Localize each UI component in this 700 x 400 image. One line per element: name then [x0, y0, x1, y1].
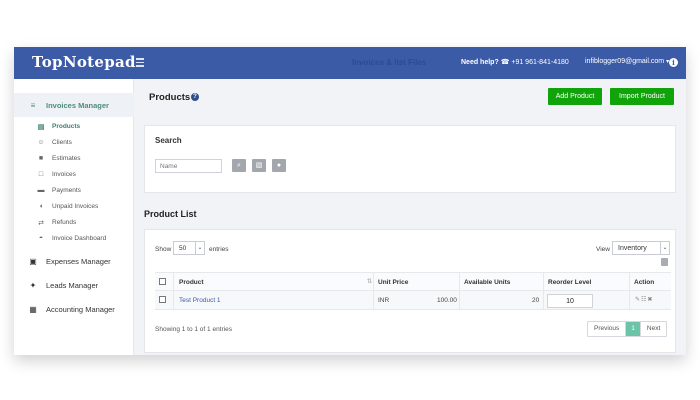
select-all-checkbox[interactable] — [159, 278, 166, 285]
products-icon: ▤ — [37, 123, 45, 131]
main-content: Products ? Add Product Import Product Se… — [135, 79, 686, 355]
export-icon[interactable]: ▧ — [252, 159, 266, 172]
card-icon: ▬ — [37, 187, 45, 194]
search-icon[interactable]: ⌕ — [232, 159, 246, 172]
sidebar-item-label: Invoice Dashboard — [52, 235, 107, 242]
reorder-level-input[interactable]: 10 — [547, 294, 593, 308]
sidebar-item-label: Payments — [52, 187, 81, 194]
sidebar-section-label: Expenses Manager — [46, 256, 111, 266]
table-row: Test Product 1 INR 100.00 20 10 ✎☷✖ — [155, 291, 671, 310]
column-header-available-units[interactable]: Available Units — [464, 273, 510, 292]
page-title: Products — [149, 92, 191, 103]
sidebar-item-label: Refunds — [52, 219, 77, 226]
column-header-unit-price[interactable]: Unit Price — [378, 273, 408, 292]
sidebar-item-refunds[interactable]: ⇄ Refunds — [14, 215, 134, 230]
layers-icon: ≡ — [30, 100, 36, 110]
page-size-select[interactable]: 50 ⌄ — [173, 241, 205, 255]
sidebar-section-invoices-manager[interactable]: ≡ Invoices Manager — [14, 93, 134, 117]
user-menu[interactable]: infiblogger09@gmail.com ▾ — [585, 58, 669, 65]
add-product-button[interactable]: Add Product — [548, 88, 602, 105]
app-window: TopNotepad Invoices & list Files Need he… — [14, 47, 686, 355]
sidebar-section-label: Leads Manager — [46, 280, 99, 290]
sidebar-section-accounting-manager[interactable]: ▦ Accounting Manager — [14, 297, 134, 321]
sidebar-item-payments[interactable]: ▬ Payments — [14, 183, 134, 198]
sidebar-item-invoice-dashboard[interactable]: ◓ Invoice Dashboard — [14, 231, 134, 246]
showing-entries-text: Showing 1 to 1 of 1 entries — [155, 326, 232, 333]
row-checkbox[interactable] — [159, 296, 166, 303]
name-search-input[interactable] — [155, 159, 222, 173]
chevron-down-icon: ⌄ — [660, 242, 669, 254]
help-label: Need help? — [461, 59, 499, 66]
view-label: View — [596, 246, 610, 253]
handshake-icon: ✦ — [29, 280, 37, 290]
estimates-icon: ■ — [38, 155, 44, 162]
next-page-button[interactable]: Next — [639, 322, 667, 336]
sidebar-item-label: Clients — [52, 139, 72, 146]
chevron-down-icon: ⌄ — [195, 242, 204, 254]
help-phone: ☎ +91 961-841-4180 — [500, 59, 569, 66]
unit-price-currency: INR — [378, 297, 390, 304]
reset-icon[interactable]: ● — [272, 159, 286, 172]
unit-price-value: 100.00 — [437, 297, 457, 304]
column-header-product[interactable]: Product — [179, 273, 204, 292]
menu-toggle-icon[interactable] — [136, 56, 144, 69]
sidebar-item-label: Products — [52, 123, 81, 130]
dashboard-icon: ◓ — [38, 235, 44, 242]
info-icon[interactable]: i — [669, 58, 678, 67]
table-header-row: Product ⇅ Unit Price Available Units Reo… — [155, 272, 671, 292]
sidebar-section-label: Accounting Manager — [46, 304, 115, 314]
sidebar-item-unpaid-invoices[interactable]: ◖ Unpaid Invoices — [14, 199, 134, 214]
app-logo[interactable]: TopNotepad — [32, 53, 136, 71]
sidebar-section-leads-manager[interactable]: ✦ Leads Manager — [14, 273, 134, 297]
view-select[interactable]: Inventory ⌄ — [612, 241, 670, 255]
show-label: Show — [155, 246, 172, 253]
page-size-value: 50 — [179, 245, 187, 252]
invoice-icon: □ — [38, 171, 44, 178]
search-panel: Search ⌕ ▧ ● — [144, 125, 676, 193]
pagination: Previous 1 Next — [587, 321, 668, 337]
row-action-icons[interactable]: ✎☷✖ — [635, 291, 653, 310]
sidebar-item-invoices[interactable]: □ Invoices — [14, 167, 134, 182]
bulk-delete-icon[interactable] — [661, 258, 668, 266]
chart-icon: ▦ — [29, 304, 37, 314]
search-title: Search — [155, 136, 182, 145]
sidebar-section-label: Invoices Manager — [46, 100, 109, 110]
sidebar-item-label: Invoices — [52, 171, 76, 178]
user-email: infiblogger09@gmail.com — [585, 58, 665, 65]
column-header-action: Action — [634, 279, 655, 286]
sidebar-item-clients[interactable]: ☺ Clients — [14, 135, 134, 150]
sidebar-item-label: Unpaid Invoices — [52, 203, 99, 210]
sidebar-item-products[interactable]: ▤ Products — [14, 119, 134, 134]
clients-icon: ☺ — [37, 139, 45, 146]
previous-page-button[interactable]: Previous — [588, 322, 626, 336]
help-contact[interactable]: Need help? ☎ +91 961-841-4180 — [461, 58, 569, 66]
sidebar-section-expenses-manager[interactable]: ▣ Expenses Manager — [14, 249, 134, 273]
sidebar: ≡ Invoices Manager ▤ Products ☺ Clients … — [14, 79, 134, 355]
view-value: Inventory — [618, 245, 647, 252]
product-name-link[interactable]: Test Product 1 — [179, 291, 221, 310]
import-product-button[interactable]: Import Product — [610, 88, 674, 105]
sort-icon[interactable]: ⇅ — [367, 278, 372, 285]
help-icon[interactable]: ? — [191, 93, 199, 101]
product-list-panel: Show 50 ⌄ entries View Inventory ⌄ Produ… — [144, 229, 676, 353]
shield-icon: ◖ — [38, 203, 44, 210]
sidebar-item-label: Estimates — [52, 155, 81, 162]
refund-icon: ⇄ — [38, 219, 44, 227]
column-header-reorder-level[interactable]: Reorder Level — [548, 273, 591, 292]
product-list-title: Product List — [144, 209, 197, 219]
top-navbar: TopNotepad Invoices & list Files Need he… — [14, 47, 686, 79]
header-faint-title: Invoices & list Files — [352, 58, 427, 67]
page-1-button[interactable]: 1 — [625, 322, 640, 336]
sidebar-item-estimates[interactable]: ■ Estimates — [14, 151, 134, 166]
entries-label: entries — [209, 246, 229, 253]
product-table: Product ⇅ Unit Price Available Units Reo… — [155, 272, 671, 310]
available-units-value: 20 — [532, 297, 540, 304]
wallet-icon: ▣ — [29, 256, 37, 266]
